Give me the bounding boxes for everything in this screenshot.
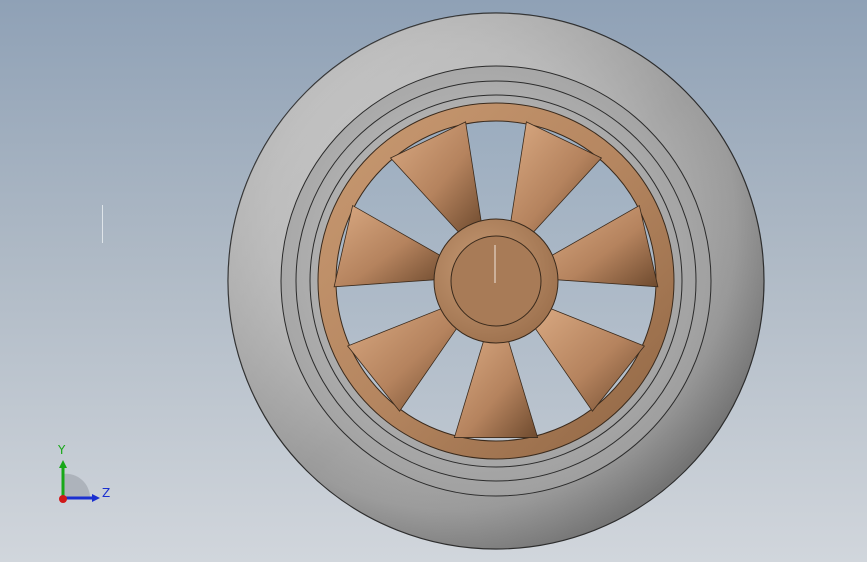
hub bbox=[433, 218, 559, 344]
graphics-viewport[interactable]: Y Z bbox=[0, 0, 867, 562]
cursor-line bbox=[102, 205, 103, 243]
triad-quadrant bbox=[63, 473, 91, 498]
orientation-triad[interactable]: Y Z bbox=[50, 440, 120, 510]
wheel-model[interactable] bbox=[0, 0, 867, 562]
z-axis-arrowhead bbox=[92, 494, 100, 502]
z-axis-label: Z bbox=[102, 486, 110, 500]
y-axis-label: Y bbox=[57, 443, 66, 457]
x-axis-dot bbox=[59, 495, 67, 503]
y-axis-arrowhead bbox=[59, 460, 67, 468]
